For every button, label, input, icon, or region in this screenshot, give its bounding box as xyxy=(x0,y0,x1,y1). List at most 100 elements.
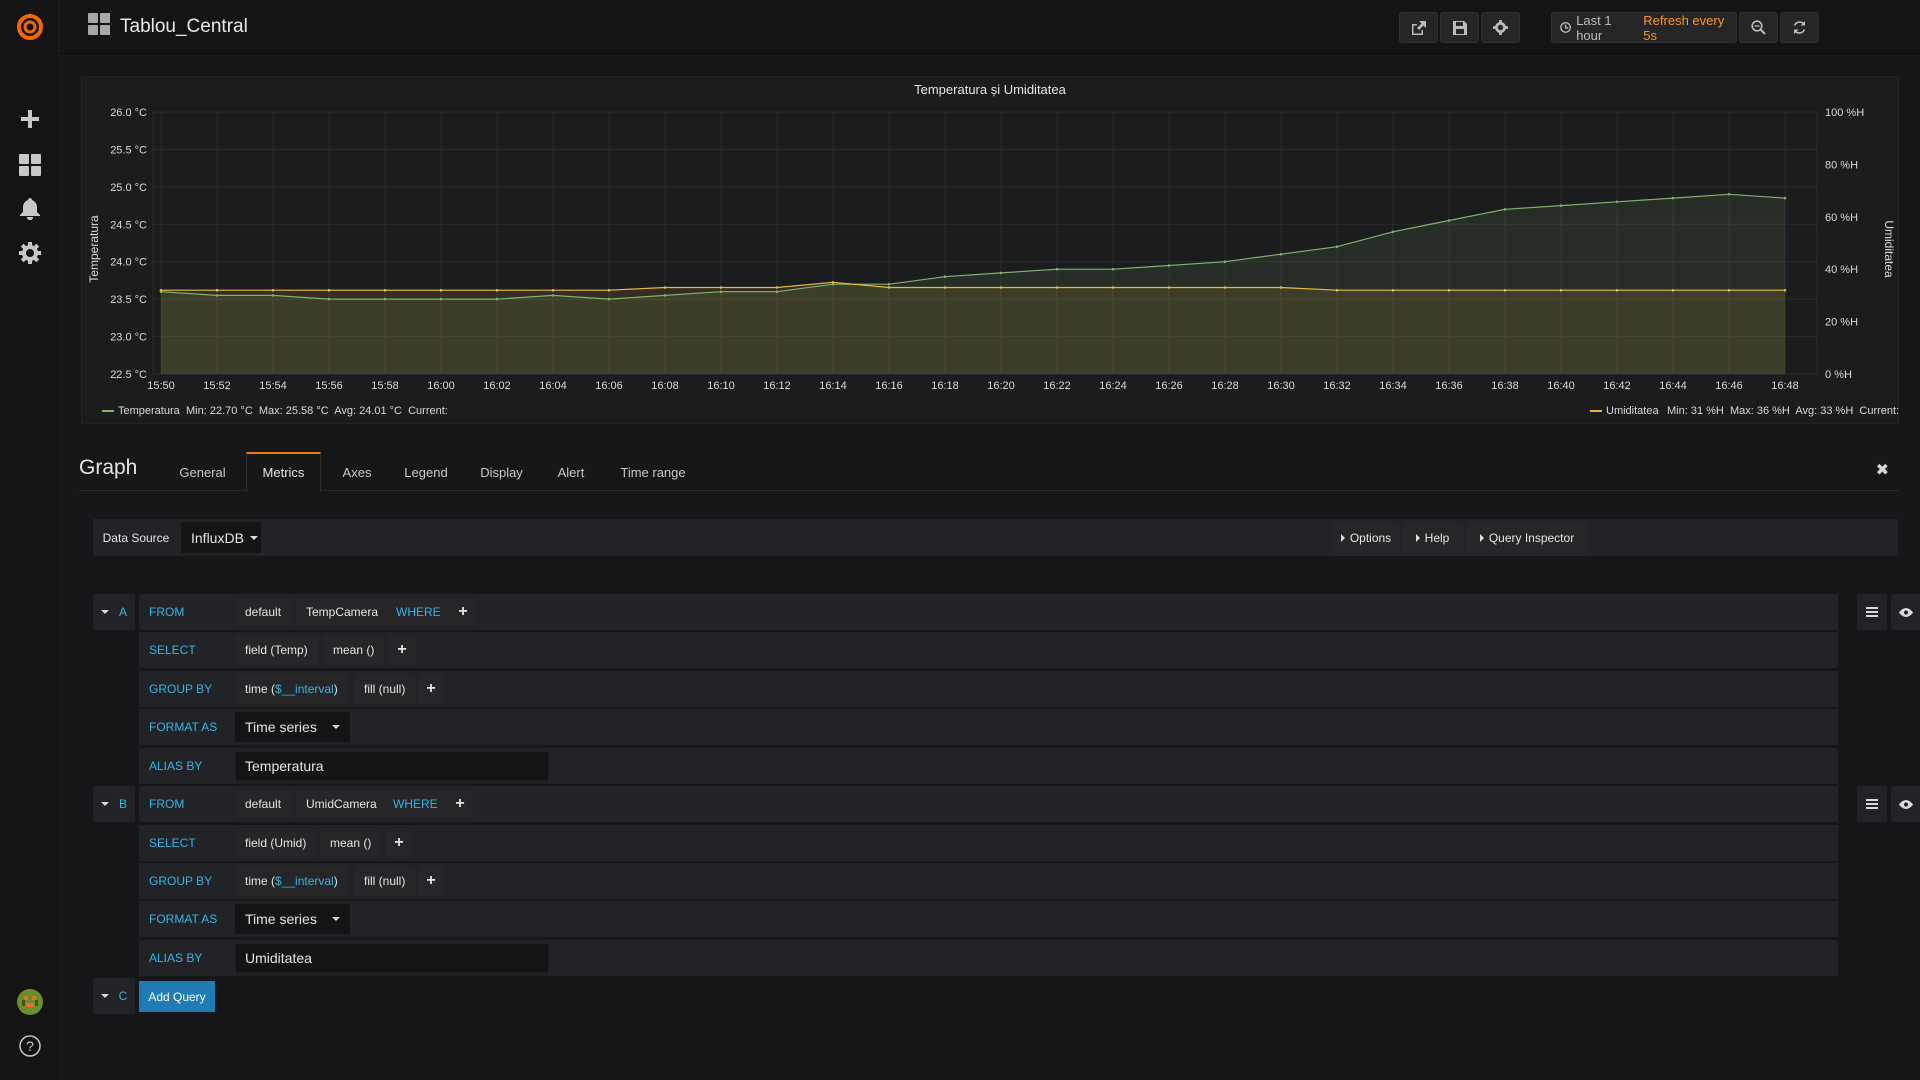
temperature-humidity-chart[interactable]: Temperatura și Umiditatea Temperatura Um… xyxy=(82,77,1900,425)
data-point-umiditatea xyxy=(1111,286,1115,289)
add-where-button[interactable]: + xyxy=(447,789,473,819)
x-tick-label: 16:28 xyxy=(1211,380,1239,392)
tab-alert[interactable]: Alert xyxy=(543,452,599,492)
datasource-value: InfluxDB xyxy=(191,529,244,546)
format-select[interactable]: Time series xyxy=(235,904,350,934)
data-point-temperatura xyxy=(943,275,947,278)
tab-display[interactable]: Display xyxy=(465,452,538,492)
legend-temperatura[interactable]: Temperatura Min: 22.70 °C Max: 25.58 °C … xyxy=(102,405,448,417)
data-point-temperatura xyxy=(1111,267,1115,271)
data-point-temperatura xyxy=(1335,245,1339,248)
x-tick-label: 16:42 xyxy=(1603,380,1631,392)
data-point-umiditatea xyxy=(887,286,891,289)
aggregation-segment[interactable]: mean () xyxy=(320,828,382,858)
query-a-menu-icon[interactable] xyxy=(1857,594,1887,630)
zoom-out-button[interactable] xyxy=(1739,12,1778,43)
tab-metrics[interactable]: Metrics xyxy=(246,452,321,492)
data-point-umiditatea xyxy=(999,286,1003,289)
top-navbar: Tablou_Central Last 1 hour Refresh every… xyxy=(60,0,1920,54)
data-point-temperatura xyxy=(439,297,443,301)
dashboard-settings-button[interactable] xyxy=(1481,12,1520,43)
add-query-row: Add Query xyxy=(139,978,1838,1014)
where-keyword[interactable]: WHERE xyxy=(386,597,451,627)
data-point-umiditatea xyxy=(327,288,331,292)
add-select-button[interactable]: + xyxy=(386,828,412,858)
measurement-segment[interactable]: UmidCamera xyxy=(296,789,387,819)
alias-input[interactable] xyxy=(235,751,549,781)
tab-legend[interactable]: Legend xyxy=(392,452,460,492)
alerting-bell-icon[interactable] xyxy=(0,189,60,229)
legend-swatch-temperatura xyxy=(102,410,114,412)
query-b-toggle-visibility-eye-icon[interactable] xyxy=(1891,786,1920,822)
time-range-picker[interactable]: Last 1 hour Refresh every 5s xyxy=(1551,12,1737,43)
query-a-toggle-visibility-eye-icon[interactable] xyxy=(1891,594,1920,630)
format-as-keyword: FORMAT AS xyxy=(149,912,218,926)
fill-segment[interactable]: fill (null) xyxy=(354,674,416,704)
x-tick-label: 16:46 xyxy=(1715,380,1743,392)
query-c-toggle[interactable]: C xyxy=(93,978,135,1014)
dashboards-grid-icon[interactable] xyxy=(0,145,60,185)
data-point-umiditatea xyxy=(1167,286,1171,289)
legend-umiditatea[interactable]: Umiditatea Min: 31 %H Max: 36 %H Avg: 33… xyxy=(1590,405,1899,417)
field-segment[interactable]: field (Temp) xyxy=(235,635,318,665)
data-point-temperatura xyxy=(1167,264,1171,267)
dashboard-title[interactable]: Tablou_Central xyxy=(120,16,248,38)
field-segment[interactable]: field (Umid) xyxy=(235,828,317,858)
tab-axes[interactable]: Axes xyxy=(327,452,387,492)
tab-time-range[interactable]: Time range xyxy=(604,452,702,492)
fill-segment[interactable]: fill (null) xyxy=(354,866,416,896)
tab-general[interactable]: General xyxy=(165,452,240,492)
share-button[interactable] xyxy=(1399,12,1438,43)
add-query-button[interactable]: Add Query xyxy=(139,981,215,1012)
grafana-logo-icon[interactable] xyxy=(0,7,60,47)
configuration-gear-icon[interactable] xyxy=(0,233,60,273)
query-b-menu-icon[interactable] xyxy=(1857,786,1887,822)
x-tick-label: 15:52 xyxy=(203,380,231,392)
dashboard-title-group[interactable]: Tablou_Central xyxy=(88,0,248,54)
data-point-temperatura xyxy=(1615,200,1619,204)
add-groupby-button[interactable]: + xyxy=(418,674,444,704)
x-tick-label: 16:06 xyxy=(595,380,623,392)
aggregation-segment[interactable]: mean () xyxy=(323,635,385,665)
refresh-button[interactable] xyxy=(1780,12,1819,43)
measurement-segment[interactable]: TempCamera xyxy=(296,597,389,627)
x-tick-label: 15:50 xyxy=(147,380,175,392)
dashboard-grid-icon xyxy=(88,13,110,41)
format-value: Time series xyxy=(245,719,317,735)
help-button[interactable]: Help xyxy=(1402,522,1463,553)
where-keyword[interactable]: WHERE xyxy=(383,789,448,819)
x-tick-label: 15:58 xyxy=(371,380,399,392)
query-a-alias-row: ALIAS BY xyxy=(139,748,1838,784)
add-select-button[interactable]: + xyxy=(389,635,415,665)
query-b-toggle[interactable]: B xyxy=(93,786,135,822)
alias-by-keyword: ALIAS BY xyxy=(149,951,203,965)
retention-policy-segment[interactable]: default xyxy=(235,789,292,819)
y-right-tick-label: 40 %H xyxy=(1825,264,1858,276)
help-question-icon[interactable]: ? xyxy=(0,1026,60,1066)
retention-policy-segment[interactable]: default xyxy=(235,597,292,627)
group-by-keyword: GROUP BY xyxy=(149,874,213,888)
options-button[interactable]: Options xyxy=(1333,522,1399,553)
user-avatar[interactable] xyxy=(0,982,60,1022)
datasource-row: Data Source InfluxDB Options Help Query … xyxy=(93,519,1898,556)
format-as-keyword: FORMAT AS xyxy=(149,720,218,734)
create-plus-icon[interactable] xyxy=(0,99,60,139)
interval-variable: $__interval xyxy=(275,682,334,696)
query-inspector-label: Query Inspector xyxy=(1488,530,1575,545)
query-letter: B xyxy=(118,797,127,811)
add-where-button[interactable]: + xyxy=(450,597,476,627)
format-select[interactable]: Time series xyxy=(235,712,350,742)
alias-input[interactable] xyxy=(235,943,549,973)
close-editor-icon[interactable]: ✖ xyxy=(1876,460,1889,480)
data-point-umiditatea xyxy=(943,286,947,289)
datasource-select[interactable]: InfluxDB xyxy=(181,522,261,553)
add-groupby-button[interactable]: + xyxy=(418,866,444,896)
time-interval-segment[interactable]: time ($__interval) xyxy=(235,866,348,896)
query-inspector-button[interactable]: Query Inspector xyxy=(1466,522,1588,553)
query-a-toggle[interactable]: A xyxy=(93,594,135,630)
time-interval-segment[interactable]: time ($__interval) xyxy=(235,674,348,704)
x-tick-label: 16:18 xyxy=(931,380,959,392)
refresh-interval-label: Refresh every 5s xyxy=(1643,12,1725,43)
save-dashboard-button[interactable] xyxy=(1440,12,1479,43)
data-point-umiditatea xyxy=(1223,286,1227,289)
